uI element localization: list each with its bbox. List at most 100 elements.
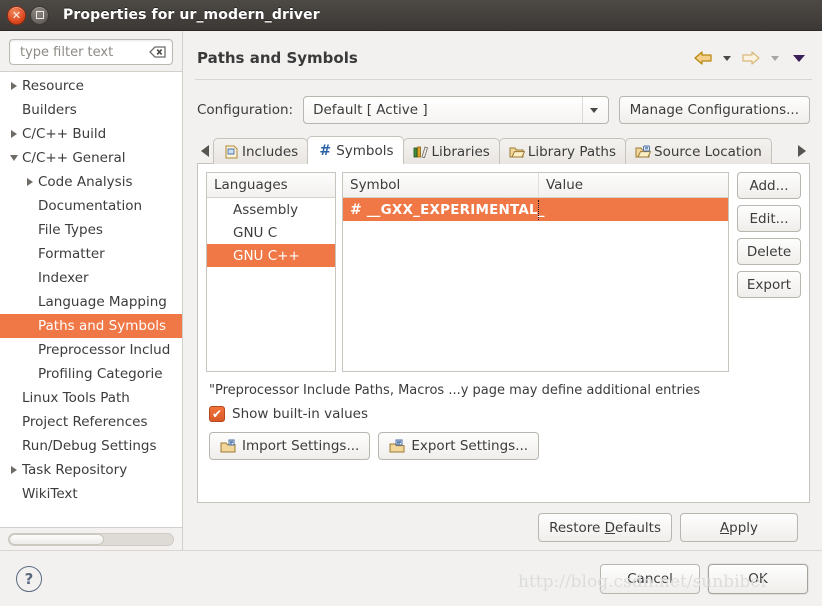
check-icon: ✔ xyxy=(211,407,223,421)
sidebar-item-label: WikiText xyxy=(22,486,78,502)
close-icon: ✕ xyxy=(11,8,22,22)
apply-button[interactable]: Apply xyxy=(680,513,798,542)
sidebar-item-language-mapping[interactable]: Language Mapping xyxy=(0,290,182,314)
languages-table-body: Assembly GNU C GNU C++ xyxy=(207,198,335,371)
export-settings-button[interactable]: Export Settings... xyxy=(378,432,540,460)
import-icon xyxy=(220,439,236,452)
content-pane: Paths and Symbols Configuration: Default… xyxy=(183,31,822,550)
sidebar-item-documentation[interactable]: Documentation xyxy=(0,194,182,218)
tree-expander[interactable] xyxy=(22,178,38,186)
sidebar-item-label: Code Analysis xyxy=(38,174,133,190)
tab-libraries[interactable]: Libraries xyxy=(402,138,500,164)
tree-expander[interactable] xyxy=(6,130,22,138)
chevron-right-icon xyxy=(11,82,17,90)
hash-icon: # xyxy=(350,201,362,218)
symbols-table[interactable]: Symbol Value # __GXX_EXPERIMENTAL_ xyxy=(342,172,729,372)
languages-table[interactable]: Languages Assembly GNU C GNU C++ xyxy=(206,172,336,372)
tab-includes[interactable]: Includes xyxy=(213,138,309,164)
properties-dialog: ✕ Properties for ur_modern_driver type f… xyxy=(0,0,822,606)
sidebar-item-label: Documentation xyxy=(38,198,143,214)
sidebar-item-label: Linux Tools Path xyxy=(22,390,130,406)
search-input[interactable] xyxy=(18,43,148,61)
tab-label: Symbols xyxy=(336,142,394,159)
sidebar-item-resource[interactable]: Resource xyxy=(0,74,182,98)
edit-button[interactable]: Edit... xyxy=(737,205,801,232)
tabs-host: Includes # Symbols Libraries Library Paths So… xyxy=(213,136,794,164)
show-builtin-checkbox[interactable]: ✔ xyxy=(209,406,225,422)
sidebar-item-c-c-build[interactable]: C/C++ Build xyxy=(0,122,182,146)
languages-table-header: Languages xyxy=(207,173,335,198)
sidebar-item-builders[interactable]: Builders xyxy=(0,98,182,122)
add-button[interactable]: Add... xyxy=(737,172,801,199)
sidebar-item-paths-and-symbols[interactable]: Paths and Symbols xyxy=(0,314,182,338)
tree-expander[interactable] xyxy=(6,466,22,474)
scrollbar-thumb[interactable] xyxy=(9,533,105,545)
configuration-value: Default [ Active ] xyxy=(313,102,428,118)
ok-button[interactable]: OK xyxy=(708,563,808,594)
language-row[interactable]: Assembly xyxy=(207,198,335,221)
sidebar-item-file-types[interactable]: File Types xyxy=(0,218,182,242)
help-button[interactable]: ? xyxy=(16,565,42,592)
import-settings-button[interactable]: Import Settings... xyxy=(209,432,371,460)
view-menu-button[interactable] xyxy=(788,47,810,69)
sidebar-item-indexer[interactable]: Indexer xyxy=(0,266,182,290)
scrollbar-track[interactable] xyxy=(8,532,174,546)
export-button[interactable]: Export xyxy=(737,271,801,298)
symbol-cell[interactable]: # __GXX_EXPERIMENTAL_ xyxy=(343,199,545,220)
tab-scroll-right-button[interactable] xyxy=(794,138,810,164)
tab-library-paths[interactable]: Library Paths xyxy=(498,138,627,164)
sidebar-item-c-c-general[interactable]: C/C++ General xyxy=(0,146,182,170)
sidebar-item-label: Paths and Symbols xyxy=(38,318,166,334)
cancel-button[interactable]: Cancel xyxy=(600,563,700,594)
symbols-tab-panel: Languages Assembly GNU C GNU C++ Symbol Va… xyxy=(197,163,810,503)
filter-box[interactable] xyxy=(9,39,173,65)
sidebar-item-project-references[interactable]: Project References xyxy=(0,410,182,434)
tree-collapser[interactable] xyxy=(6,155,22,161)
table-row[interactable]: # __GXX_EXPERIMENTAL_ xyxy=(343,198,728,221)
window-close-button[interactable]: ✕ xyxy=(7,5,26,25)
sidebar-item-label: Resource xyxy=(22,78,84,94)
sidebar-item-label: Builders xyxy=(22,102,77,118)
sidebar-item-formatter[interactable]: Formatter xyxy=(0,242,182,266)
sidebar-item-preprocessor-includ[interactable]: Preprocessor Includ xyxy=(0,338,182,362)
configuration-select[interactable]: Default [ Active ] xyxy=(303,96,609,124)
tree-expander[interactable] xyxy=(6,82,22,90)
settings-tree[interactable]: Resource Builders C/C++ Build C/C++ General… xyxy=(0,71,182,528)
show-builtin-label: Show built-in values xyxy=(232,406,369,422)
sidebar-item-wikitext[interactable]: WikiText xyxy=(0,482,182,506)
window-maximize-button[interactable] xyxy=(30,5,49,25)
back-history-button[interactable] xyxy=(716,47,738,69)
tab-scroll-left-button[interactable] xyxy=(197,138,213,164)
forward-arrow-icon xyxy=(742,51,760,65)
symbol-action-buttons: Add... Edit... Delete Export xyxy=(735,172,801,372)
back-button[interactable] xyxy=(692,47,714,69)
symbols-table-header: Symbol Value xyxy=(343,173,728,198)
restore-defaults-button[interactable]: Restore Defaults xyxy=(538,513,672,542)
language-row[interactable]: GNU C xyxy=(207,221,335,244)
language-row[interactable]: GNU C++ xyxy=(207,244,335,267)
sidebar-item-run-debug-settings[interactable]: Run/Debug Settings xyxy=(0,434,182,458)
sidebar-item-code-analysis[interactable]: Code Analysis xyxy=(0,170,182,194)
filter-area xyxy=(0,31,182,71)
page-title: Paths and Symbols xyxy=(197,49,358,67)
clear-icon[interactable] xyxy=(148,46,166,59)
forward-history-button[interactable] xyxy=(764,47,786,69)
chevron-down-icon xyxy=(771,55,779,61)
show-builtin-row[interactable]: ✔ Show built-in values xyxy=(206,404,801,432)
sidebar-hscrollbar[interactable] xyxy=(0,528,182,550)
sidebar-item-label: Language Mapping xyxy=(38,294,167,310)
sidebar-item-linux-tools-path[interactable]: Linux Tools Path xyxy=(0,386,182,410)
sidebar-item-profiling-categorie[interactable]: Profiling Categorie xyxy=(0,362,182,386)
tab-symbols[interactable]: # Symbols xyxy=(307,136,404,164)
forward-button[interactable] xyxy=(740,47,762,69)
delete-button[interactable]: Delete xyxy=(737,238,801,265)
tree-items: Resource Builders C/C++ Build C/C++ General… xyxy=(0,74,182,506)
sidebar-item-label: Preprocessor Includ xyxy=(38,342,171,358)
tab-label: Includes xyxy=(242,143,299,160)
apply-mnemonic: A xyxy=(719,519,730,536)
sidebar-item-task-repository[interactable]: Task Repository xyxy=(0,458,182,482)
configuration-dropdown-arrow[interactable] xyxy=(581,97,606,123)
tab-source-location[interactable]: Source Location xyxy=(625,138,772,164)
chevron-down-icon xyxy=(10,155,18,161)
manage-configurations-button[interactable]: Manage Configurations... xyxy=(618,96,810,124)
